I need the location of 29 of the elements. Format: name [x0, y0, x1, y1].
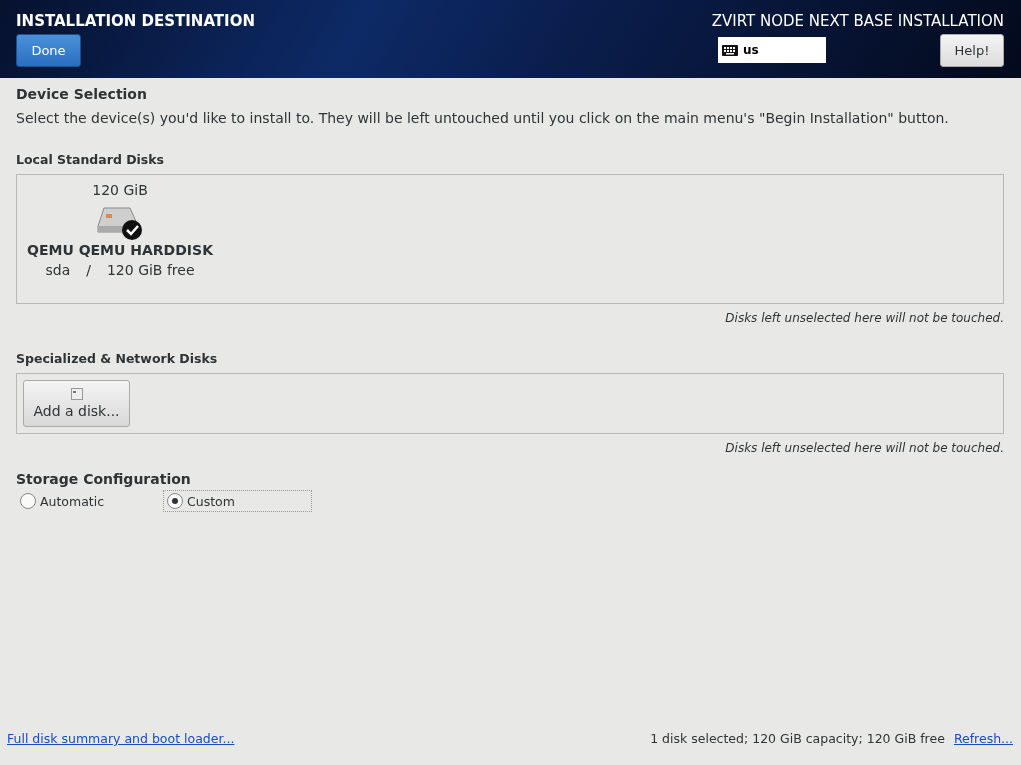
radio-button[interactable]	[167, 493, 183, 509]
add-disk-button[interactable]: Add a disk...	[23, 380, 130, 427]
section-heading: Local Standard Disks	[16, 152, 166, 167]
radio-option[interactable]: Custom	[163, 490, 312, 512]
disk-tile[interactable]: 120 GiB QEMU QEMU HARDDISK sda / 120 GiB free	[27, 175, 213, 303]
radio-option[interactable]: Automatic	[16, 490, 161, 512]
panel-note: Disks left unselected here will not be touched.	[724, 441, 1004, 455]
keyboard-layout-label: us	[743, 43, 759, 57]
hard-disk-icon	[96, 206, 144, 240]
disk-free-space: 120 GiB free	[106, 262, 195, 278]
disk-summary-link[interactable]: Full disk summary and boot loader...	[7, 731, 235, 746]
selection-status: 1 disk selected; 120 GiB capacity; 120 GiB free	[650, 731, 945, 746]
disk-name: QEMU QEMU HARDDISK	[27, 242, 213, 258]
screen-title: INSTALLATION DESTINATION	[16, 12, 255, 30]
keyboard-layout-indicator[interactable]: us	[718, 37, 826, 63]
help-button[interactable]: Help!	[940, 34, 1004, 67]
disk-device: sda	[45, 262, 71, 278]
section-heading: Storage Configuration	[16, 471, 192, 487]
refresh-link[interactable]: Refresh...	[953, 731, 1013, 746]
done-button[interactable]: Done	[16, 34, 81, 67]
keyboard-icon	[722, 44, 738, 56]
section-heading: Device Selection	[16, 86, 148, 102]
disk-size: 120 GiB	[92, 182, 148, 198]
radio-button[interactable]	[20, 493, 36, 509]
section-description: Select the device(s) you'd like to install to. They will be left untouched until you click on the main menu's "Begin Installation" button.	[16, 110, 950, 126]
panel-note: Disks left unselected here will not be touched.	[724, 311, 1004, 325]
product-title: ZVIRT NODE NEXT BASE INSTALLATION	[711, 12, 1004, 30]
separator-text: /	[86, 262, 91, 278]
section-heading: Specialized & Network Disks	[16, 351, 219, 366]
